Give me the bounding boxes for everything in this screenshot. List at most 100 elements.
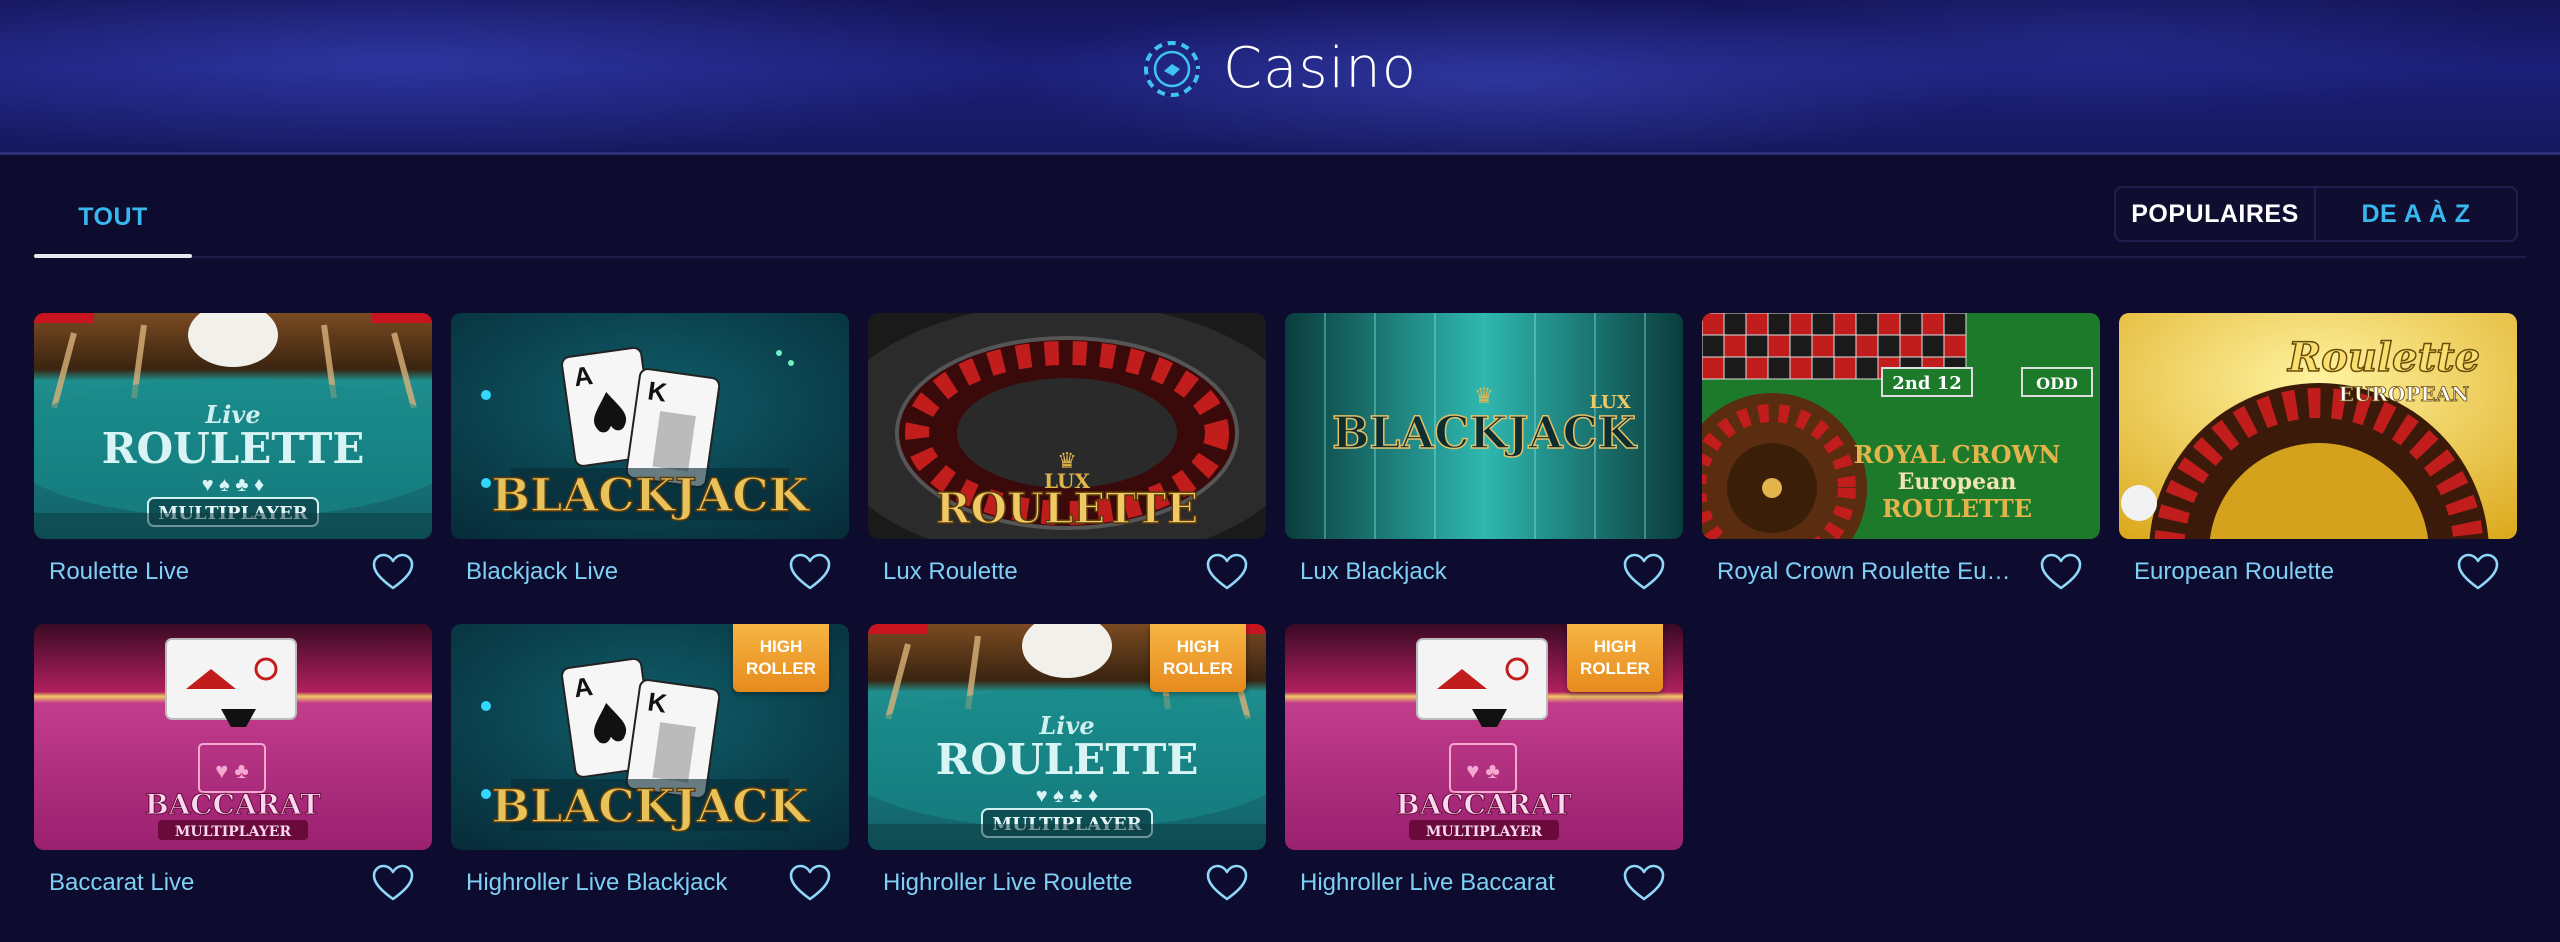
svg-text:ODD: ODD — [2036, 374, 2078, 393]
heart-icon — [1206, 553, 1248, 590]
casino-chip-icon — [1144, 40, 1201, 97]
badge-line-2: ROLLER — [1163, 659, 1233, 678]
page-title-text: Casino — [1223, 36, 1417, 101]
game-title[interactable]: Lux Blackjack — [1300, 558, 1630, 586]
svg-text:ROULETTE: ROULETTE — [936, 735, 1199, 784]
high-roller-badge: HIGH ROLLER — [733, 624, 829, 692]
heart-icon — [1623, 864, 1665, 901]
heart-icon — [789, 864, 831, 901]
game-card[interactable]: Live ROULETTE ♥ ♠ ♣ ♦ MULTIPLAYER Roulet… — [34, 313, 432, 608]
game-thumbnail[interactable]: ♥ ♣ BACCARAT MULTIPLAYER HIGH ROLLER — [1285, 624, 1683, 850]
game-card[interactable]: LUX ♛ BLACKJACK Lux Blackjack — [1285, 313, 1683, 608]
game-title[interactable]: Lux Roulette — [883, 558, 1213, 586]
game-card[interactable]: 2nd 12 ODD ROYAL CROWN European ROULETTE … — [1702, 313, 2100, 608]
favorite-button[interactable] — [1204, 549, 1250, 595]
game-thumbnail[interactable]: ♥ ♣ BACCARAT MULTIPLAYER — [34, 624, 432, 850]
game-card[interactable]: A K BLACKJACK HIGH ROLLER Highroller Liv… — [451, 624, 849, 919]
game-card[interactable]: Live ROULETTE ♥ ♠ ♣ ♦ MULTIPLAYER HIGH R… — [868, 624, 1266, 919]
game-thumbnail[interactable]: LUX ♛ BLACKJACK — [1285, 313, 1683, 539]
game-thumbnail-art: Live ROULETTE ♥ ♠ ♣ ♦ MULTIPLAYER — [34, 313, 432, 539]
badge-line-2: ROLLER — [1580, 659, 1650, 678]
heart-icon — [789, 553, 831, 590]
favorite-button[interactable] — [370, 860, 416, 906]
game-card[interactable]: Roulette EUROPEAN European Roulette — [2119, 313, 2517, 608]
svg-text:BACCARAT: BACCARAT — [145, 788, 321, 821]
svg-text:Roulette: Roulette — [2287, 334, 2480, 381]
game-card[interactable]: A K BLACKJACK Blackjack Live — [451, 313, 849, 608]
svg-text:ROYALCROWN: ROYAL CROWN — [1854, 440, 2061, 469]
svg-text:ROULETTE: ROULETTE — [1882, 494, 2032, 523]
svg-text:BLACKJACK: BLACKJACK — [491, 468, 811, 522]
game-thumbnail[interactable]: A K BLACKJACK — [451, 313, 849, 539]
heart-icon — [1206, 864, 1248, 901]
high-roller-badge: HIGH ROLLER — [1150, 624, 1246, 692]
game-thumbnail[interactable]: Live ROULETTE ♥ ♠ ♣ ♦ MULTIPLAYER HIGH R… — [868, 624, 1266, 850]
svg-text:MULTIPLAYER: MULTIPLAYER — [175, 824, 292, 840]
game-title[interactable]: European Roulette — [2134, 558, 2464, 586]
game-title[interactable]: Baccarat Live — [49, 869, 379, 897]
favorite-button[interactable] — [1621, 549, 1667, 595]
badge-line-1: HIGH — [759, 637, 803, 656]
high-roller-badge: HIGH ROLLER — [1567, 624, 1663, 692]
game-thumbnail[interactable]: A K BLACKJACK HIGH ROLLER — [451, 624, 849, 850]
game-title[interactable]: Roulette Live — [49, 558, 379, 586]
sort-az-label: DE A À Z — [2361, 199, 2471, 228]
game-thumbnail-art: 2nd 12 ODD ROYAL CROWN European ROULETTE — [1702, 313, 2100, 539]
sort-az-button[interactable]: DE A À Z — [2316, 188, 2516, 240]
game-thumbnail[interactable]: 2nd 12 ODD ROYAL CROWN European ROULETTE — [1702, 313, 2100, 539]
category-tab-bar: TOUT POPULAIRES DE A À Z — [34, 176, 2526, 258]
game-thumbnail-art: LUX ♛ BLACKJACK — [1285, 313, 1683, 539]
favorite-button[interactable] — [787, 549, 833, 595]
game-thumbnail-art: ♥ ♣ BACCARAT MULTIPLAYER — [34, 624, 432, 850]
svg-text:♥ ♠ ♣ ♦: ♥ ♠ ♣ ♦ — [202, 474, 265, 496]
page-title: Casino — [0, 36, 2560, 101]
svg-text:MULTIPLAYER: MULTIPLAYER — [1426, 824, 1543, 840]
svg-text:2nd 12: 2nd 12 — [1892, 373, 1962, 394]
game-card[interactable]: ♥ ♣ BACCARAT MULTIPLAYER Baccarat Live — [34, 624, 432, 919]
game-thumbnail-art: A K BLACKJACK — [451, 313, 849, 539]
svg-text:♛: ♛ — [1474, 383, 1494, 408]
favorite-button[interactable] — [787, 860, 833, 906]
svg-text:BLACKJACK: BLACKJACK — [491, 779, 811, 833]
svg-text:ROULETTE: ROULETTE — [936, 484, 1199, 533]
game-title[interactable]: Highroller Live Blackjack — [466, 869, 796, 897]
active-tab-indicator — [34, 254, 192, 258]
badge-line-1: HIGH — [1593, 637, 1637, 656]
tab-tout-label: TOUT — [78, 202, 148, 231]
game-title[interactable]: Highroller Live Baccarat — [1300, 869, 1630, 897]
game-title[interactable]: Royal Crown Roulette Eu… — [1717, 558, 2047, 586]
game-card[interactable]: ♥ ♣ BACCARAT MULTIPLAYER HIGH ROLLER Hig… — [1285, 624, 1683, 919]
svg-text:European: European — [1898, 469, 2017, 495]
badge-line-1: HIGH — [1176, 637, 1220, 656]
favorite-button[interactable] — [370, 549, 416, 595]
svg-text:♥ ♣: ♥ ♣ — [215, 758, 249, 783]
badge-line-2: ROLLER — [746, 659, 816, 678]
heart-icon — [372, 864, 414, 901]
sort-populaires-label: POPULAIRES — [2131, 199, 2299, 228]
svg-text:BLACKJACK: BLACKJACK — [1332, 408, 1638, 459]
game-thumbnail-art: ♛ LUX ROULETTE — [868, 313, 1266, 539]
svg-text:BACCARAT: BACCARAT — [1396, 788, 1572, 821]
heart-icon — [2040, 553, 2082, 590]
favorite-button[interactable] — [1621, 860, 1667, 906]
tab-tout[interactable]: TOUT — [34, 176, 192, 258]
game-card[interactable]: ♛ LUX ROULETTE Lux Roulette — [868, 313, 1266, 608]
game-thumbnail-art: Roulette EUROPEAN — [2119, 313, 2517, 539]
favorite-button[interactable] — [2455, 549, 2501, 595]
sort-populaires-button[interactable]: POPULAIRES — [2116, 188, 2316, 240]
heart-icon — [2457, 553, 2499, 590]
favorite-button[interactable] — [2038, 549, 2084, 595]
svg-text:ROULETTE: ROULETTE — [102, 424, 365, 473]
game-thumbnail[interactable]: ♛ LUX ROULETTE — [868, 313, 1266, 539]
sort-toggle: POPULAIRES DE A À Z — [2114, 186, 2518, 242]
game-thumbnail[interactable]: Live ROULETTE ♥ ♠ ♣ ♦ MULTIPLAYER — [34, 313, 432, 539]
game-thumbnail[interactable]: Roulette EUROPEAN — [2119, 313, 2517, 539]
favorite-button[interactable] — [1204, 860, 1250, 906]
casino-header-banner: Casino — [0, 0, 2560, 155]
game-title[interactable]: Highroller Live Roulette — [883, 869, 1213, 897]
svg-text:♥ ♣: ♥ ♣ — [1466, 758, 1500, 783]
game-title[interactable]: Blackjack Live — [466, 558, 796, 586]
heart-icon — [1623, 553, 1665, 590]
heart-icon — [372, 553, 414, 590]
svg-text:EUROPEAN: EUROPEAN — [2339, 382, 2470, 406]
